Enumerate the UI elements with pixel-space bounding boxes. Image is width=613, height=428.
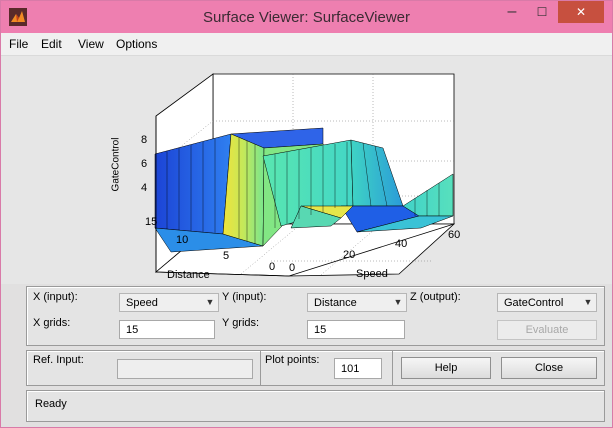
- plot-points-input[interactable]: 101: [334, 358, 382, 379]
- y-tick: 15: [145, 216, 158, 228]
- x-input-label: X (input):: [33, 291, 78, 303]
- x-input-select[interactable]: Speed ▼: [119, 293, 219, 312]
- x-tick: 0: [289, 262, 296, 274]
- y-tick: 10: [176, 234, 189, 246]
- close-icon: ✕: [575, 5, 587, 19]
- ref-input-label: Ref. Input:: [33, 354, 84, 366]
- x-tick: 40: [395, 238, 408, 250]
- y-tick: 5: [223, 250, 230, 262]
- minimize-button[interactable]: –: [498, 1, 526, 23]
- z-axis-label: GateControl: [110, 137, 122, 192]
- plot-area[interactable]: GateControl 8 6 4 15 10 5 0 Distance 0 2…: [1, 56, 612, 284]
- z-tick: 6: [141, 158, 148, 170]
- y-grids-label: Y grids:: [222, 317, 260, 329]
- menu-file[interactable]: File: [9, 37, 28, 51]
- y-input-select[interactable]: Distance ▼: [307, 293, 407, 312]
- evaluate-button[interactable]: Evaluate: [497, 320, 597, 340]
- surface-viewer-window: Surface Viewer: SurfaceViewer – ☐ ✕ File…: [0, 0, 613, 428]
- y-input-label: Y (input):: [222, 291, 267, 303]
- y-axis-label: Distance: [167, 269, 210, 281]
- y-grids-input[interactable]: 15: [307, 320, 405, 339]
- axes-control-panel: X (input): Speed ▼ Y (input): Distance ▼…: [26, 286, 605, 346]
- menu-view[interactable]: View: [78, 37, 104, 51]
- x-grids-input[interactable]: 15: [119, 320, 215, 339]
- close-window-button[interactable]: ✕: [558, 1, 604, 23]
- status-bar: Ready: [26, 390, 605, 422]
- maximize-icon: ☐: [536, 5, 548, 19]
- y-input-value: Distance: [314, 297, 357, 309]
- x-axis-label: Speed: [356, 268, 388, 280]
- reference-panel: Ref. Input: Plot points: 101 Help Close: [26, 350, 605, 386]
- x-tick: 60: [448, 229, 461, 241]
- ref-input-field[interactable]: [117, 359, 253, 379]
- z-output-label: Z (output):: [410, 291, 461, 303]
- chevron-down-icon: ▼: [205, 297, 215, 307]
- menu-bar: File Edit View Options: [1, 33, 612, 56]
- maximize-button[interactable]: ☐: [528, 1, 556, 23]
- status-text: Ready: [35, 398, 67, 410]
- z-tick: 8: [141, 134, 148, 146]
- plot-points-label: Plot points:: [265, 354, 320, 366]
- title-bar[interactable]: Surface Viewer: SurfaceViewer – ☐ ✕: [1, 1, 612, 33]
- close-button[interactable]: Close: [501, 357, 597, 379]
- minimize-icon: –: [507, 3, 517, 20]
- y-tick: 0: [269, 261, 276, 273]
- z-output-select[interactable]: GateControl ▼: [497, 293, 597, 312]
- help-button[interactable]: Help: [401, 357, 491, 379]
- chevron-down-icon: ▼: [393, 297, 403, 307]
- surface-plot[interactable]: [1, 56, 612, 284]
- z-tick: 4: [141, 182, 148, 194]
- z-output-value: GateControl: [504, 297, 564, 309]
- x-grids-label: X grids:: [33, 317, 71, 329]
- x-tick: 20: [343, 249, 356, 261]
- chevron-down-icon: ▼: [583, 297, 593, 307]
- menu-edit[interactable]: Edit: [41, 37, 62, 51]
- x-input-value: Speed: [126, 297, 158, 309]
- menu-options[interactable]: Options: [116, 37, 157, 51]
